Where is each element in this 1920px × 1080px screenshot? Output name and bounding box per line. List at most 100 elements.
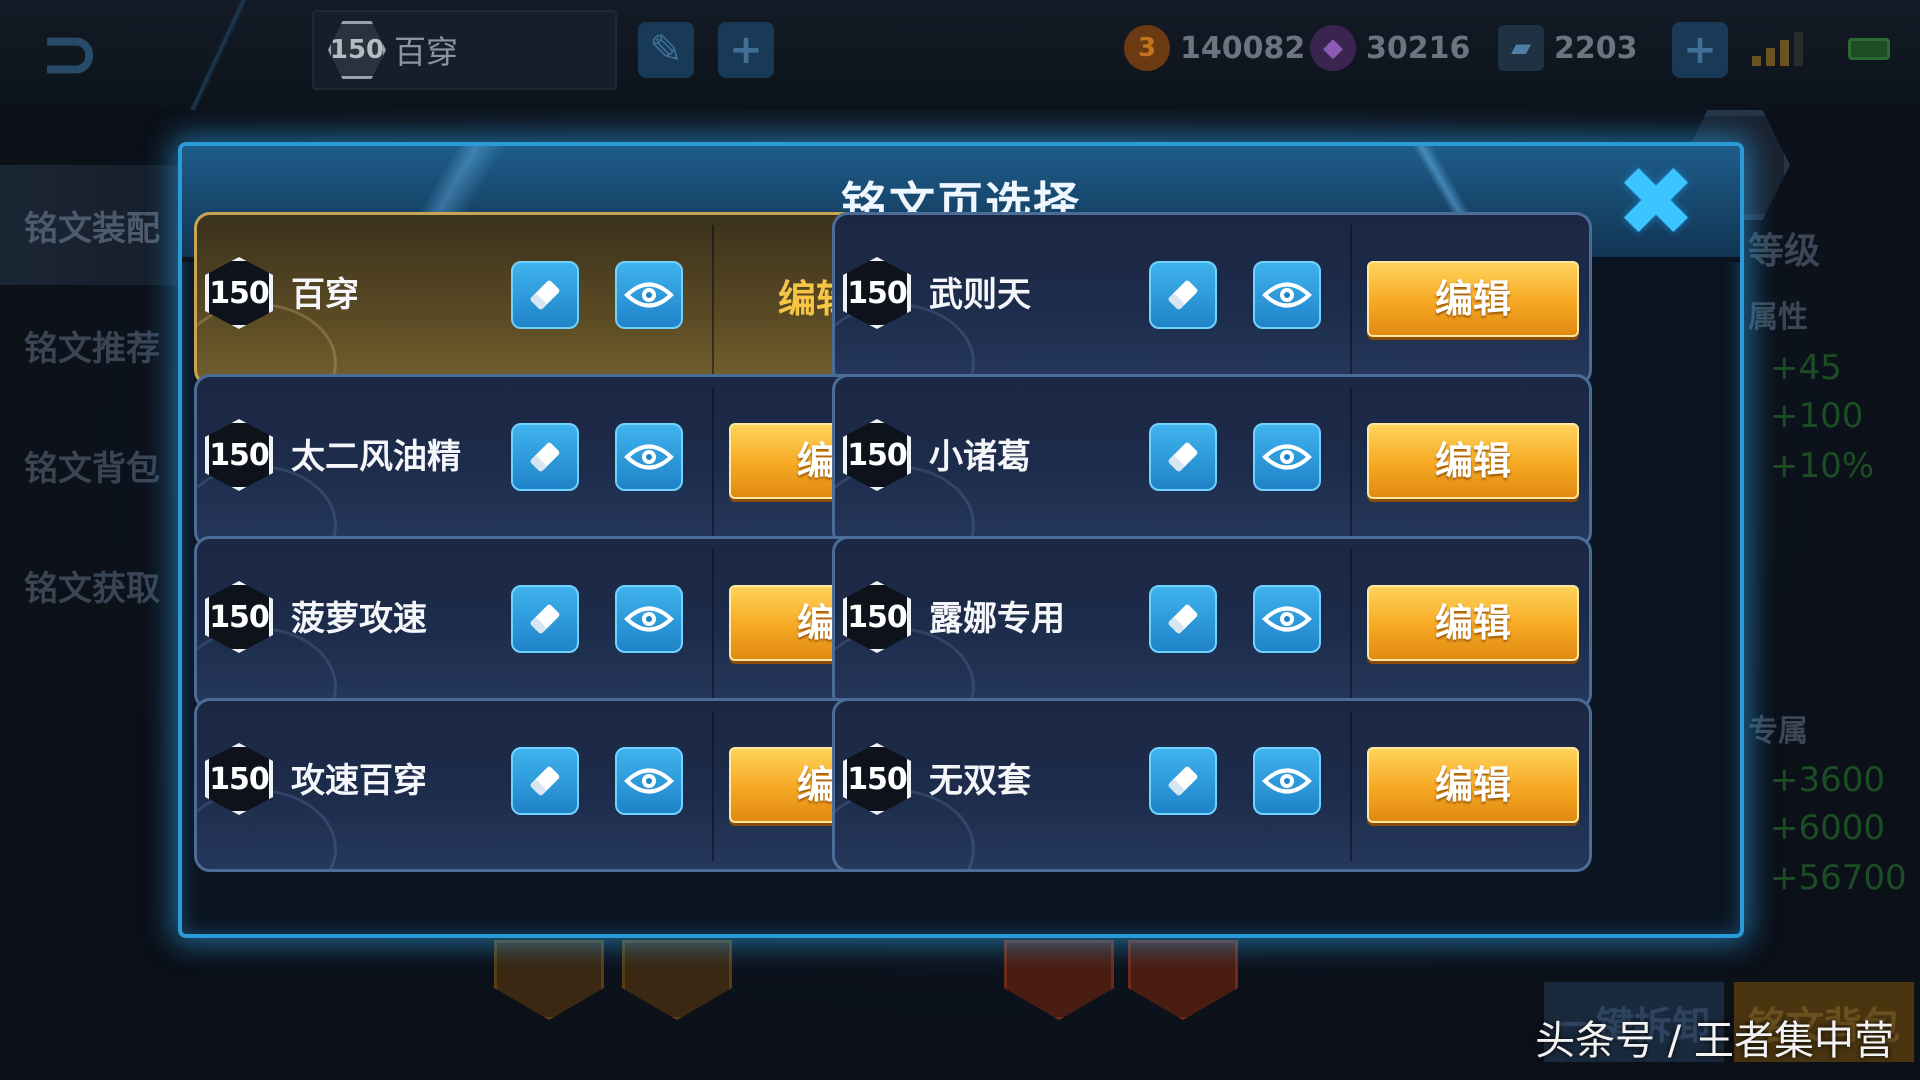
side-item-bag[interactable]: 铭文背包 xyxy=(0,405,190,525)
belong-value: +6000 xyxy=(1770,808,1886,848)
pencil-icon xyxy=(1168,766,1198,796)
divider xyxy=(1350,549,1352,699)
divider xyxy=(1350,387,1352,537)
diamond-currency: ◆ 30216 xyxy=(1310,22,1470,74)
preview-button[interactable] xyxy=(1253,423,1321,491)
edit-button[interactable]: 编辑 xyxy=(1367,423,1579,499)
attr-value: +10% xyxy=(1770,446,1875,486)
diamond-icon: ◆ xyxy=(1310,25,1356,71)
divider xyxy=(190,0,250,110)
pencil-icon xyxy=(530,604,560,634)
watermark: 头条号 / 王者集中营 xyxy=(1535,1018,1894,1064)
page-card[interactable]: 150 无双套 编辑 xyxy=(832,698,1592,872)
voucher-icon: ▰ xyxy=(1498,25,1544,71)
rename-page-button[interactable]: ✎ xyxy=(638,22,694,78)
preview-button[interactable] xyxy=(615,261,683,329)
eye-icon xyxy=(624,444,674,470)
page-card[interactable]: 150 武则天 编辑 xyxy=(832,212,1592,386)
side-item-equip[interactable]: 铭文装配 xyxy=(0,165,190,285)
recharge-button[interactable]: + xyxy=(1672,22,1728,78)
pencil-icon xyxy=(530,442,560,472)
eye-icon xyxy=(1262,444,1312,470)
preview-button[interactable] xyxy=(1253,747,1321,815)
inscription-slot xyxy=(1128,940,1238,1020)
page-card[interactable]: 150 露娜专用 编辑 xyxy=(832,536,1592,710)
inscription-slot xyxy=(494,940,604,1020)
attr-label: 属性 xyxy=(1748,300,1808,335)
page-grid: 150 百穿 编辑中 150 武则天 xyxy=(194,212,1736,934)
eye-icon xyxy=(624,282,674,308)
pencil-icon xyxy=(1168,442,1198,472)
preview-button[interactable] xyxy=(1253,585,1321,653)
rename-button[interactable] xyxy=(1149,261,1217,329)
edit-button[interactable]: 编辑 xyxy=(1367,261,1579,337)
preview-button[interactable] xyxy=(1253,261,1321,329)
divider xyxy=(1350,225,1352,375)
inscription-slot xyxy=(622,940,732,1020)
rename-button[interactable] xyxy=(1149,423,1217,491)
page-name: 攻速百穿 xyxy=(291,761,427,801)
eye-icon xyxy=(1262,606,1312,632)
level-badge: 150 xyxy=(328,21,386,79)
page-name: 太二风油精 xyxy=(291,437,461,477)
page-name: 小诸葛 xyxy=(929,437,1031,477)
plus-icon: + xyxy=(729,27,763,73)
divider xyxy=(712,387,714,537)
divider xyxy=(712,711,714,861)
page-card[interactable]: 150 小诸葛 编辑 xyxy=(832,374,1592,548)
belong-label: 专属 xyxy=(1748,714,1808,749)
eye-icon xyxy=(1262,768,1312,794)
back-button[interactable]: ⊃ xyxy=(40,17,170,89)
pencil-icon xyxy=(1168,280,1198,310)
pencil-icon: ✎ xyxy=(649,27,683,73)
top-bar: ⊃ 150 百穿 ✎ + 3 140082 ◆ 30216 ▰ 2203 + xyxy=(0,0,1920,110)
pencil-icon xyxy=(530,280,560,310)
rename-button[interactable] xyxy=(511,423,579,491)
add-page-button[interactable]: + xyxy=(718,22,774,78)
attr-value: +100 xyxy=(1770,396,1864,436)
signal-icon xyxy=(1752,32,1803,66)
edit-button[interactable]: 编辑 xyxy=(1367,747,1579,823)
page-name: 露娜专用 xyxy=(929,599,1065,639)
battery-icon xyxy=(1848,38,1890,60)
side-item-recommend[interactable]: 铭文推荐 xyxy=(0,285,190,405)
preview-button[interactable] xyxy=(615,747,683,815)
gold-coin-icon: 3 xyxy=(1124,25,1170,71)
close-button[interactable]: ✖ xyxy=(1612,154,1700,250)
belong-value: +56700 xyxy=(1770,858,1907,898)
page-name: 无双套 xyxy=(929,761,1031,801)
plus-icon: + xyxy=(1683,27,1717,73)
page-name: 武则天 xyxy=(929,275,1031,315)
page-name: 百穿 xyxy=(291,275,359,315)
rename-button[interactable] xyxy=(511,747,579,815)
pencil-icon xyxy=(1168,604,1198,634)
eye-icon xyxy=(624,606,674,632)
attr-value: +45 xyxy=(1770,348,1842,388)
current-page-name: 百穿 xyxy=(394,33,459,71)
rename-button[interactable] xyxy=(1149,747,1217,815)
level-label: 等级 xyxy=(1748,231,1821,272)
divider xyxy=(712,225,714,375)
page-select-modal: 铭文页选择 ✖ 150 百穿 编辑中 150 武则天 xyxy=(178,142,1744,938)
divider xyxy=(1350,711,1352,861)
rename-button[interactable] xyxy=(511,585,579,653)
inscription-slot xyxy=(1004,940,1114,1020)
current-page-chip[interactable]: 150 百穿 xyxy=(312,10,617,90)
divider xyxy=(712,549,714,699)
gold-value: 140082 xyxy=(1180,30,1306,66)
preview-button[interactable] xyxy=(615,585,683,653)
eye-icon xyxy=(1262,282,1312,308)
page-name: 菠萝攻速 xyxy=(291,599,427,639)
belong-value: +3600 xyxy=(1770,760,1886,800)
eye-icon xyxy=(624,768,674,794)
preview-button[interactable] xyxy=(615,423,683,491)
side-item-obtain[interactable]: 铭文获取 xyxy=(0,525,190,645)
voucher-value: 2203 xyxy=(1554,30,1638,66)
rename-button[interactable] xyxy=(511,261,579,329)
edit-button[interactable]: 编辑 xyxy=(1367,585,1579,661)
pencil-icon xyxy=(530,766,560,796)
gold-currency: 3 140082 xyxy=(1124,22,1305,74)
diamond-value: 30216 xyxy=(1366,30,1471,66)
rename-button[interactable] xyxy=(1149,585,1217,653)
side-nav: 铭文装配 铭文推荐 铭文背包 铭文获取 xyxy=(0,165,190,645)
